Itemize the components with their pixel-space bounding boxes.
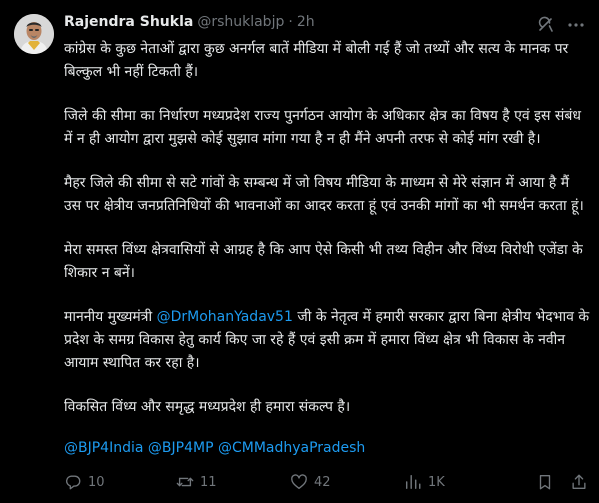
tweet-header: Rajendra Shukla @rshuklabjp · 2h (64, 14, 315, 34)
avatar[interactable] (14, 14, 54, 54)
repost-icon (176, 477, 194, 487)
like-count: 42 (314, 474, 331, 490)
timestamp[interactable]: 2h (297, 14, 315, 30)
tweet-text: कांग्रेस के कुछ नेताओं द्वारा कुछ अनर्गल… (64, 38, 590, 440)
reply-icon (65, 475, 81, 490)
tweet-paragraph: जिले की सीमा का निर्धारण मध्यप्रदेश राज्… (64, 108, 582, 147)
action-bar: 10 11 42 1K (64, 470, 594, 494)
tweet-paragraph-with-mention: माननीय मुख्यमंत्री @DrMohanYadav51 जी के… (64, 306, 590, 375)
tweet: Rajendra Shukla @rshuklabjp · 2h कांग्रे… (0, 0, 599, 503)
mention-link[interactable]: @BJP4MP (148, 440, 214, 456)
more-icon[interactable] (566, 15, 586, 35)
paragraph-text: माननीय मुख्यमंत्री (64, 309, 157, 325)
repost-button[interactable]: 11 (176, 470, 217, 494)
author-handle[interactable]: @rshuklabjp (197, 14, 284, 30)
tweet-paragraph: विकसित विंध्य और समृद्ध मध्यप्रदेश ही हम… (64, 399, 351, 415)
mention-link[interactable]: @DrMohanYadav51 (157, 309, 293, 325)
views-button[interactable]: 1K (404, 470, 445, 494)
share-icon (572, 474, 586, 489)
reply-button[interactable]: 10 (64, 470, 105, 494)
reply-count: 10 (88, 474, 105, 490)
grok-icon[interactable] (536, 15, 556, 35)
views-count: 1K (428, 474, 445, 490)
views-icon (405, 474, 421, 490)
share-button[interactable] (570, 470, 588, 494)
separator-dot: · (288, 14, 293, 30)
bookmark-button[interactable] (536, 470, 554, 494)
repost-count: 11 (200, 474, 217, 490)
tweet-paragraph: मैहर जिले की सीमा से सटे गांवों के सम्बन… (64, 175, 584, 214)
mention-link[interactable]: @CMMadhyaPradesh (218, 440, 365, 456)
avatar-portrait (14, 14, 54, 54)
bookmark-icon (539, 475, 551, 490)
author-name[interactable]: Rajendra Shukla (64, 14, 193, 30)
tweet-paragraph: मेरा समस्त विंध्य क्षेत्रवासियों से आग्र… (64, 242, 583, 281)
mentions-row: @BJP4India @BJP4MP @CMMadhyaPradesh (64, 438, 365, 458)
tweet-paragraph: कांग्रेस के कुछ नेताओं द्वारा कुछ अनर्गल… (64, 41, 569, 80)
like-button[interactable]: 42 (290, 470, 331, 494)
like-icon (291, 474, 307, 489)
mention-link[interactable]: @BJP4India (64, 440, 143, 456)
